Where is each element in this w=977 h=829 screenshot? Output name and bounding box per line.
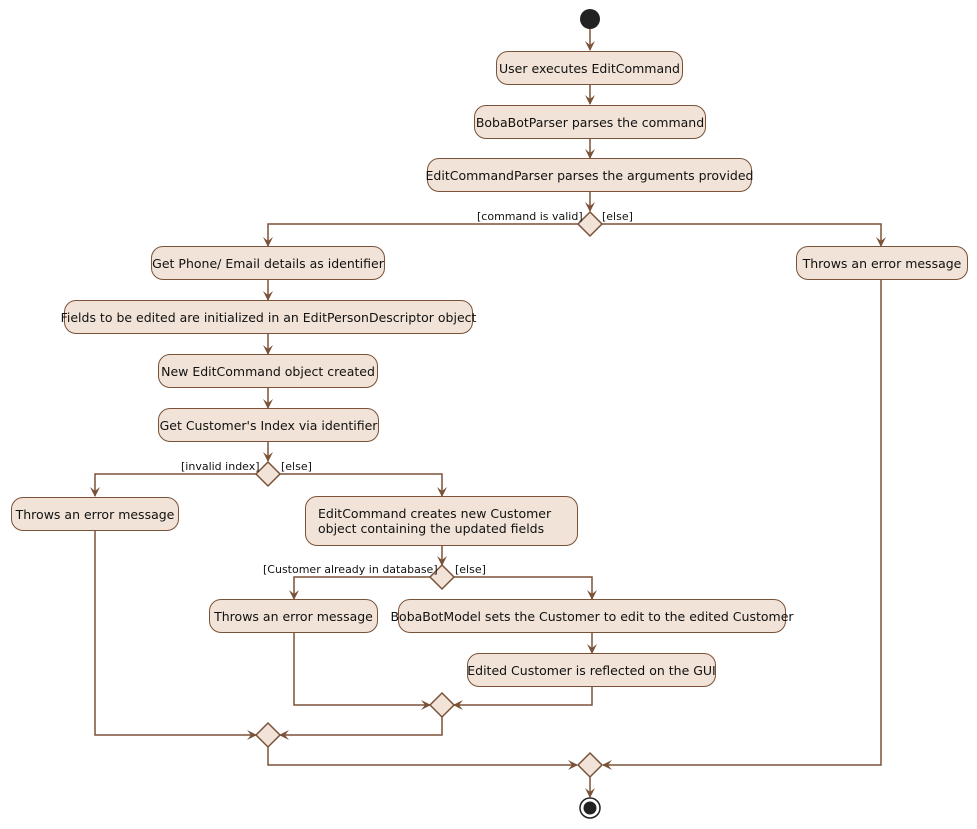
edge xyxy=(289,576,430,600)
edge xyxy=(454,576,597,600)
activity-label: Fields to be edited are initialized in a… xyxy=(60,309,477,325)
activity-error-duplicate: Throws an error message xyxy=(209,599,378,633)
activity-label: BobaBotParser parses the command xyxy=(475,114,705,130)
activity-error-invalid-index: Throws an error message xyxy=(11,497,179,531)
decision-invalid-index xyxy=(254,460,282,488)
activity-label: Throws an error message xyxy=(214,608,373,624)
guard-already-in-db: [Customer already in database] xyxy=(263,563,438,576)
guard-db-else: [else] xyxy=(455,563,486,576)
activity-label: EditCommandParser parses the arguments p… xyxy=(425,167,754,183)
activity-fields-init: Fields to be edited are initialized in a… xyxy=(61,300,476,334)
edge xyxy=(602,280,882,770)
merge-diamond-2 xyxy=(254,721,282,749)
activity-get-index: Get Customer's Index via identifier xyxy=(158,408,379,442)
edge xyxy=(602,223,886,247)
guard-invalid-index: [invalid index] xyxy=(181,460,260,473)
merge-diamond-3 xyxy=(576,751,604,779)
activity-parser-parses: BobaBotParser parses the command xyxy=(474,105,706,139)
activity-model-sets: BobaBotModel sets the Customer to edit t… xyxy=(390,599,794,633)
activity-new-command: New EditCommand object created xyxy=(158,354,378,388)
activity-error-invalid-command: Throws an error message xyxy=(796,246,968,280)
edge xyxy=(263,223,578,247)
edge xyxy=(279,717,443,740)
activity-label: Throws an error message xyxy=(15,506,175,522)
activity-user-executes: User executes EditCommand xyxy=(496,51,683,85)
start-node xyxy=(580,9,600,29)
activity-edit-parser: EditCommandParser parses the arguments p… xyxy=(425,158,754,192)
edge xyxy=(90,473,256,497)
merge-diamond-1 xyxy=(428,691,456,719)
activity-label: EditCommand creates new Customer object … xyxy=(318,506,552,536)
edge xyxy=(293,633,431,710)
activity-label: New EditCommand object created xyxy=(161,363,375,379)
activity-label: BobaBotModel sets the Customer to edit t… xyxy=(390,608,794,624)
activity-reflected-gui: Edited Customer is reflected on the GUI xyxy=(467,653,716,687)
guard-command-else: [else] xyxy=(602,210,633,223)
guard-command-valid: [command is valid] xyxy=(477,210,583,223)
activity-create-customer: EditCommand creates new Customer object … xyxy=(305,496,578,546)
activity-label: Get Customer's Index via identifier xyxy=(159,417,378,433)
activity-label: Throws an error message xyxy=(802,255,962,271)
activity-label: User executes EditCommand xyxy=(499,60,680,76)
guard-index-else: [else] xyxy=(281,460,312,473)
activity-label: Get Phone/ Email details as identifier xyxy=(152,255,384,271)
activity-label: Edited Customer is reflected on the GUI xyxy=(467,662,716,678)
edge xyxy=(94,531,257,740)
edge xyxy=(453,687,593,710)
activity-get-identifier: Get Phone/ Email details as identifier xyxy=(151,246,385,280)
edge xyxy=(267,747,578,770)
edge xyxy=(280,473,447,497)
